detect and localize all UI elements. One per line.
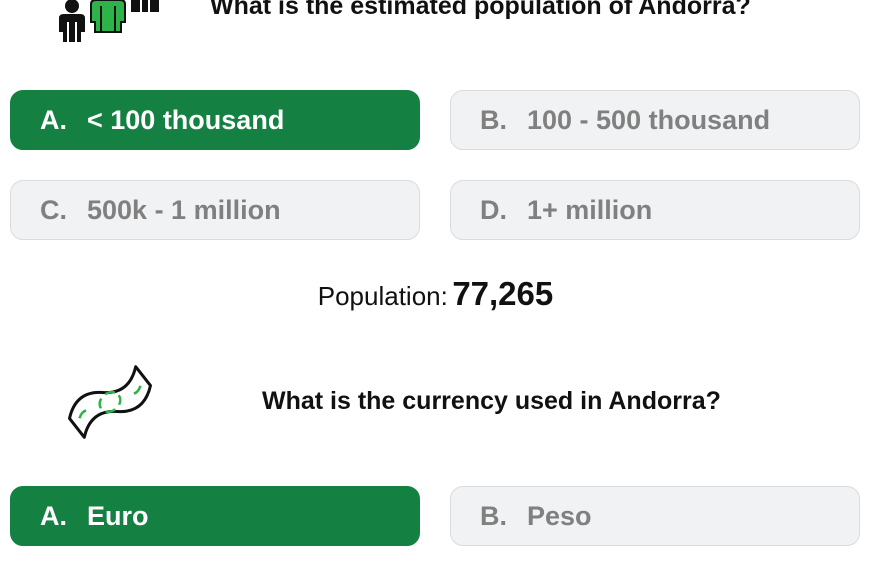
option-a-button[interactable]: A. < 100 thousand [10,90,420,150]
option-label: 1+ million [527,194,653,225]
option-a-button[interactable]: A. Euro [10,486,420,546]
population-result: Population: 77,265 [0,275,871,313]
option-letter: A. [40,104,67,135]
option-label: < 100 thousand [87,104,285,135]
option-d-button[interactable]: D. 1+ million [450,180,860,240]
option-label: 500k - 1 million [87,194,281,225]
option-label: Euro [87,500,149,531]
option-letter: B. [480,104,507,135]
option-label: Peso [527,500,592,531]
option-label: 100 - 500 thousand [527,104,771,135]
option-letter: D. [480,194,507,225]
option-letter: C. [40,194,67,225]
option-letter: B. [480,500,507,531]
option-c-button[interactable]: C. 500k - 1 million [10,180,420,240]
question-title: What is the currency used in Andorra? [262,387,721,415]
result-label: Population: [317,281,448,311]
quiz-page: What is the estimated population of Ando… [0,0,871,570]
banknote-icon [58,350,162,454]
result-value: 77,265 [452,275,554,312]
question-title: What is the estimated population of Ando… [210,0,751,20]
option-letter: A. [40,500,67,531]
option-b-button[interactable]: B. 100 - 500 thousand [450,90,860,150]
option-b-button[interactable]: B. Peso [450,486,860,546]
people-icon [55,0,165,44]
